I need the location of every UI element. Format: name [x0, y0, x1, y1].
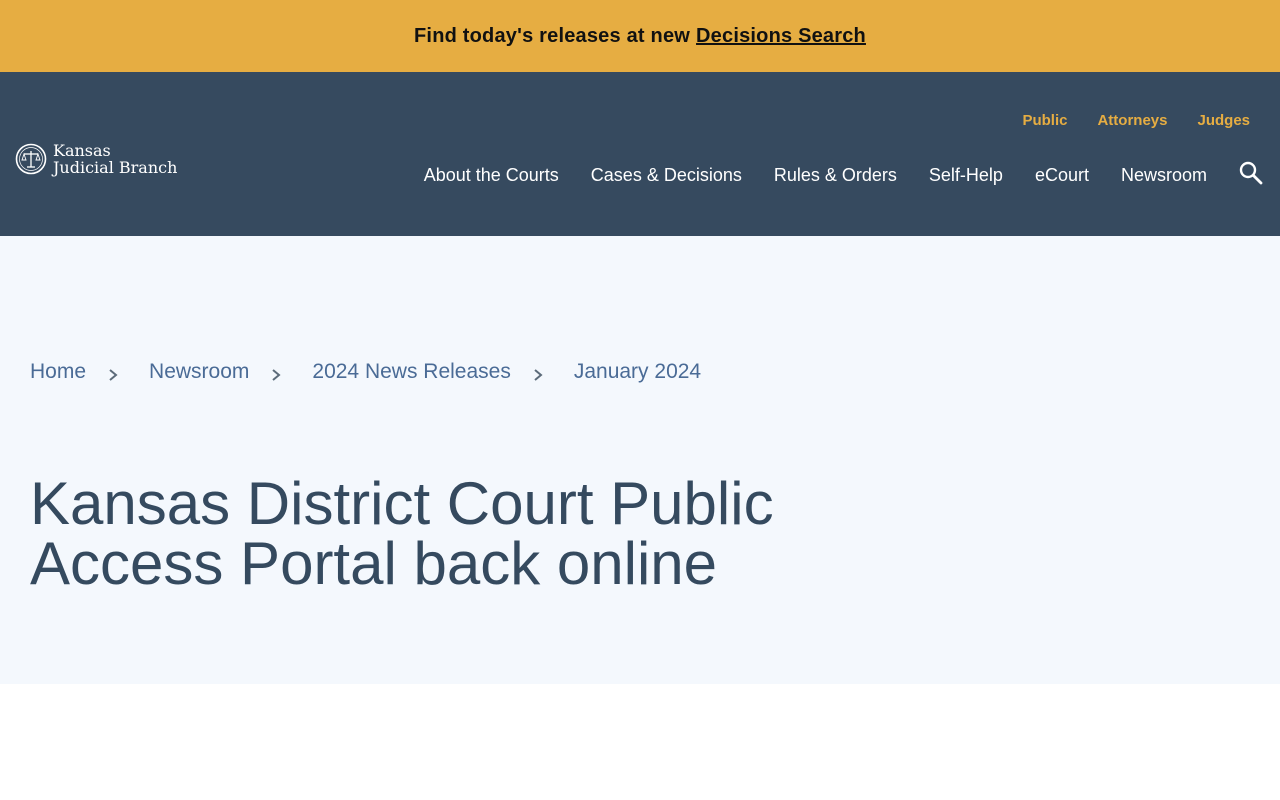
- main-nav: About the Courts Cases & Decisions Rules…: [424, 165, 1207, 186]
- logo-line-1: Kansas: [53, 141, 111, 160]
- audience-judges-link[interactable]: Judges: [1197, 112, 1250, 129]
- chevron-right-icon: [534, 369, 543, 381]
- page-hero: Home Newsroom 2024 News Releases January…: [0, 236, 1280, 684]
- logo-line-2: Judicial Branch: [53, 158, 178, 177]
- audience-public-link[interactable]: Public: [1022, 112, 1067, 129]
- site-logo[interactable]: Kansas Judicial Branch: [15, 142, 177, 176]
- site-header: Kansas Judicial Branch Public Attorneys …: [0, 72, 1280, 236]
- nav-newsroom[interactable]: Newsroom: [1121, 165, 1207, 186]
- announcement-banner: Find today's releases at new Decisions S…: [0, 0, 1280, 72]
- nav-ecourt[interactable]: eCourt: [1035, 165, 1089, 186]
- audience-attorneys-link[interactable]: Attorneys: [1097, 112, 1167, 129]
- audience-nav: Public Attorneys Judges: [1022, 112, 1250, 129]
- breadcrumb-newsroom[interactable]: Newsroom: [149, 360, 249, 384]
- logo-text: Kansas Judicial Branch: [53, 142, 177, 176]
- nav-rules-orders[interactable]: Rules & Orders: [774, 165, 897, 186]
- nav-about-the-courts[interactable]: About the Courts: [424, 165, 559, 186]
- chevron-right-icon: [109, 369, 118, 381]
- search-icon: [1239, 161, 1263, 185]
- kansas-seal-icon: [15, 143, 47, 175]
- chevron-right-icon: [272, 369, 281, 381]
- search-button[interactable]: [1238, 160, 1264, 186]
- banner-text: Find today's releases at new: [414, 24, 691, 47]
- page-title: Kansas District Court Public Access Port…: [30, 470, 774, 597]
- breadcrumb-home[interactable]: Home: [30, 360, 86, 384]
- breadcrumb: Home Newsroom 2024 News Releases January…: [30, 360, 701, 384]
- nav-self-help[interactable]: Self-Help: [929, 165, 1003, 186]
- breadcrumb-2024-news-releases[interactable]: 2024 News Releases: [312, 360, 510, 384]
- decisions-search-link[interactable]: Decisions Search: [696, 25, 866, 48]
- nav-cases-decisions[interactable]: Cases & Decisions: [591, 165, 742, 186]
- breadcrumb-january-2024[interactable]: January 2024: [574, 360, 701, 384]
